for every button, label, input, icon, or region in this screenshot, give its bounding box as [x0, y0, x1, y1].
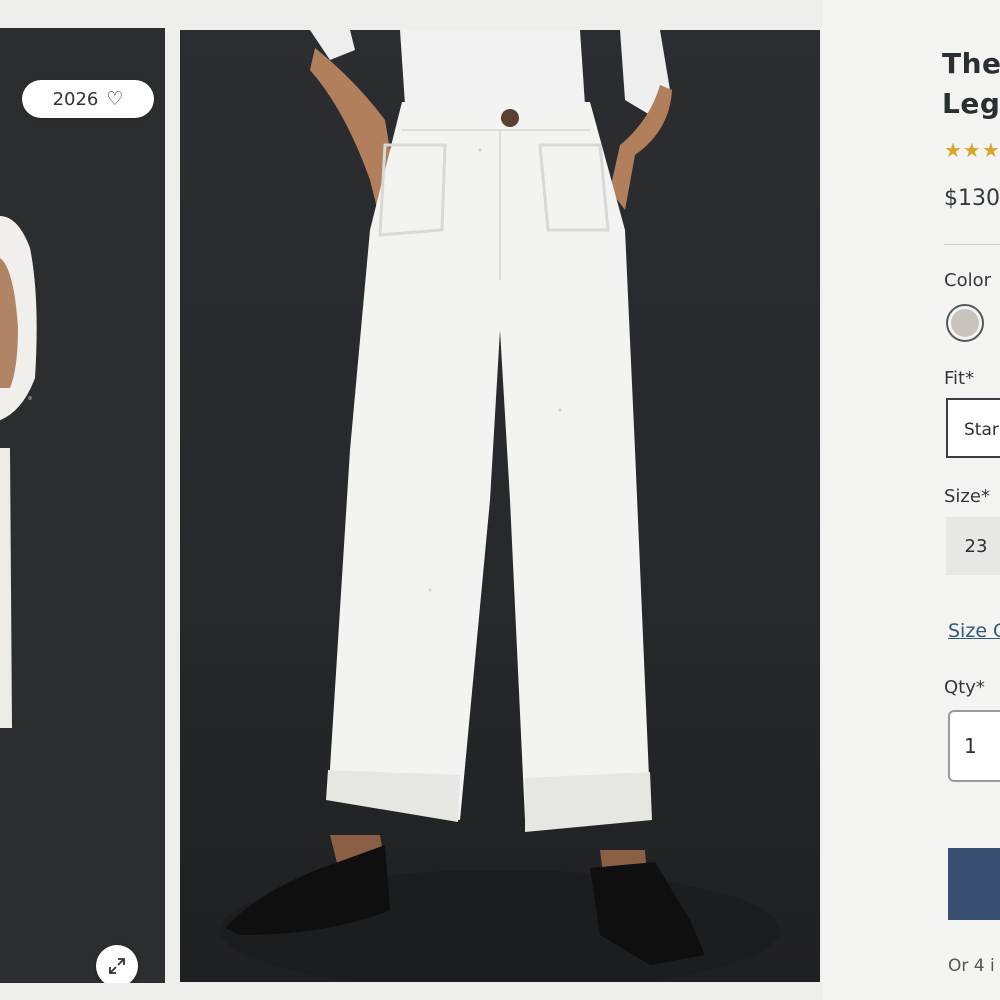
installments-text: Or 4 i	[948, 956, 995, 976]
product-price: $130	[944, 186, 1000, 211]
rating-stars[interactable]: ★★★	[944, 138, 1000, 162]
size-option[interactable]: 23	[946, 517, 1000, 575]
color-label: Color	[944, 270, 991, 291]
like-count: 2026	[52, 88, 99, 110]
gallery-image-previous[interactable]: 2026 ♡	[0, 28, 165, 983]
size-label: Size*	[944, 486, 990, 507]
product-title-line-1: The	[942, 47, 1000, 80]
fit-label: Fit*	[944, 368, 975, 389]
quantity-input[interactable]: 1	[948, 710, 1000, 782]
divider	[944, 244, 1000, 245]
color-swatch[interactable]	[946, 304, 984, 342]
qty-label: Qty*	[944, 677, 985, 698]
gallery-image-main[interactable]	[180, 30, 820, 982]
heart-outline-icon: ♡	[106, 87, 124, 110]
product-title: The Leg	[942, 44, 1000, 124]
expand-arrows-icon	[109, 958, 125, 974]
fit-option-standard[interactable]: Star	[946, 398, 1000, 458]
size-guide-link[interactable]: Size G	[948, 620, 1000, 642]
product-info-panel: The Leg ★★★ $130 Color Fit* Star Size* 2…	[822, 0, 1000, 1000]
color-swatch-fill	[951, 309, 979, 337]
model-photo-previous	[0, 28, 165, 983]
add-to-bag-button[interactable]	[948, 848, 1000, 920]
like-button[interactable]: 2026 ♡	[22, 80, 154, 118]
product-title-line-2: Leg	[942, 87, 1000, 120]
model-photo-main	[220, 30, 780, 982]
expand-image-button-previous[interactable]	[96, 945, 138, 983]
